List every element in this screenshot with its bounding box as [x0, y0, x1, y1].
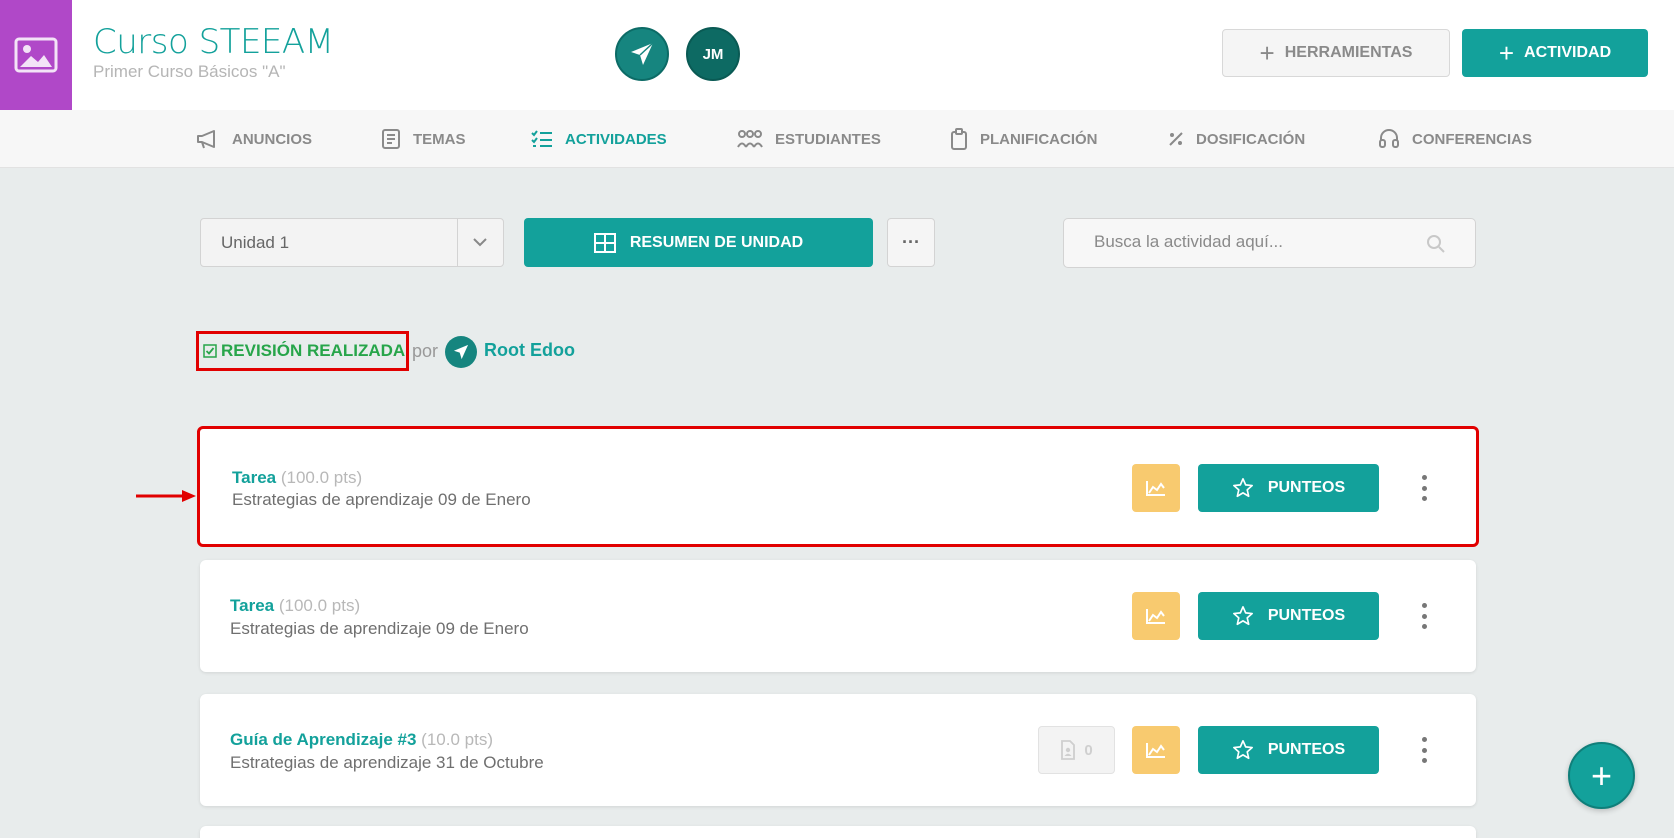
checkbox-checked-icon: [203, 344, 217, 358]
grid-icon: [593, 232, 616, 253]
tab-label: DOSIFICACIÓN: [1196, 130, 1306, 148]
plus-icon: +: [1498, 38, 1515, 68]
tab-anuncios[interactable]: ANUNCIOS: [196, 110, 312, 168]
unit-select-value: Unidad 1: [221, 233, 290, 252]
students-icon: [737, 130, 763, 148]
tab-label: CONFERENCIAS: [1412, 130, 1533, 148]
stats-button[interactable]: [1132, 726, 1180, 774]
course-subtitle: Primer Curso Básicos "A": [93, 62, 286, 81]
activity-title[interactable]: Tarea: [232, 468, 276, 487]
tab-temas[interactable]: TEMAS: [381, 110, 466, 168]
activity-description: Estrategias de aprendizaje 31 de Octubre: [230, 753, 544, 772]
course-image[interactable]: [0, 0, 72, 110]
revision-status: REVISIÓN REALIZADA: [196, 331, 409, 371]
course-title: Curso STEEAM: [93, 22, 334, 62]
stats-button[interactable]: [1132, 464, 1180, 512]
activity-card[interactable]: [200, 826, 1476, 838]
app-avatar[interactable]: [615, 27, 669, 81]
tab-planificacion[interactable]: PLANIFICACIÓN: [950, 110, 1098, 168]
punteos-label: PUNTEOS: [1267, 741, 1346, 758]
submissions-count: 0: [1084, 741, 1093, 759]
activity-points: (100.0 pts): [280, 468, 363, 487]
tab-dosificacion[interactable]: DOSIFICACIÓN: [1168, 110, 1305, 168]
book-icon: [382, 129, 400, 149]
activity-card[interactable]: Guía de Aprendizaje #3 (10.0 pts) Estrat…: [200, 694, 1476, 806]
add-activity-button[interactable]: + ACTIVIDAD: [1462, 29, 1648, 77]
activity-title-line: Tarea (100.0 pts): [230, 596, 360, 616]
add-activity-label: ACTIVIDAD: [1524, 44, 1612, 61]
tab-label: TEMAS: [413, 130, 466, 148]
kebab-menu-icon[interactable]: [1416, 600, 1432, 632]
user-avatar[interactable]: JM: [686, 27, 740, 81]
activity-title[interactable]: Guía de Aprendizaje #3: [230, 730, 416, 749]
reviewer-avatar: [445, 336, 477, 368]
clipboard-icon: [951, 128, 967, 150]
annotation-arrow-icon: [136, 490, 196, 502]
headset-icon: [1379, 129, 1399, 148]
activity-points: (10.0 pts): [421, 730, 493, 749]
area-chart-icon: [1146, 609, 1165, 624]
revision-by-text: por: [412, 341, 439, 361]
punteos-button[interactable]: PUNTEOS: [1198, 464, 1379, 512]
tab-actividades[interactable]: ACTIVIDADES: [531, 110, 667, 168]
unit-select[interactable]: Unidad 1: [200, 218, 504, 267]
plus-icon: +: [1259, 38, 1275, 68]
punteos-button[interactable]: PUNTEOS: [1198, 726, 1379, 774]
select-divider: [457, 219, 458, 266]
tab-label: ESTUDIANTES: [775, 130, 881, 148]
search-icon[interactable]: [1426, 234, 1446, 254]
tab-label: PLANIFICACIÓN: [980, 130, 1098, 148]
chevron-down-icon: [473, 238, 487, 247]
star-icon: [1232, 606, 1253, 626]
checklist-icon: [531, 130, 552, 147]
punteos-label: PUNTEOS: [1267, 479, 1346, 496]
search-box: [1063, 218, 1476, 268]
percent-icon: [1169, 132, 1183, 146]
paper-plane-icon: [453, 344, 469, 360]
tools-button[interactable]: + HERRAMIENTAS: [1222, 29, 1450, 77]
star-icon: [1232, 478, 1253, 498]
area-chart-icon: [1146, 481, 1165, 496]
megaphone-icon: [197, 130, 215, 149]
tab-conferencias[interactable]: CONFERENCIAS: [1378, 110, 1532, 168]
top-header: Curso STEEAM Primer Curso Básicos "A" JM…: [0, 0, 1674, 110]
submissions-button[interactable]: 0: [1038, 726, 1115, 774]
area-chart-icon: [1146, 743, 1165, 758]
tab-estudiantes[interactable]: ESTUDIANTES: [737, 110, 881, 168]
revision-label: REVISIÓN REALIZADA: [221, 341, 406, 360]
kebab-menu-icon[interactable]: [1416, 472, 1432, 504]
punteos-label: PUNTEOS: [1267, 607, 1346, 624]
unit-summary-label: RESUMEN DE UNIDAD: [629, 233, 804, 251]
paper-plane-icon: [631, 42, 654, 65]
document-user-icon: [1061, 740, 1076, 760]
add-fab-button[interactable]: +: [1568, 742, 1635, 809]
tab-label: ANUNCIOS: [232, 130, 313, 148]
activity-card[interactable]: Tarea (100.0 pts) Estrategias de aprendi…: [197, 426, 1479, 547]
punteos-button[interactable]: PUNTEOS: [1198, 592, 1379, 640]
activity-description: Estrategias de aprendizaje 09 de Enero: [232, 490, 531, 509]
search-input[interactable]: [1094, 232, 1414, 252]
star-icon: [1232, 740, 1253, 760]
course-nav: ANUNCIOS TEMAS ACTIVIDADES ESTUDIANTES P…: [0, 110, 1674, 168]
kebab-menu-icon[interactable]: [1416, 734, 1432, 766]
activity-points: (100.0 pts): [278, 596, 361, 615]
tab-label: ACTIVIDADES: [565, 130, 667, 148]
unit-summary-button[interactable]: RESUMEN DE UNIDAD: [524, 218, 873, 267]
tools-button-label: HERRAMIENTAS: [1284, 44, 1413, 61]
activity-title[interactable]: Tarea: [230, 596, 274, 615]
activity-title-line: Guía de Aprendizaje #3 (10.0 pts): [230, 730, 493, 750]
image-icon: [14, 37, 58, 73]
activity-card[interactable]: Tarea (100.0 pts) Estrategias de aprendi…: [200, 560, 1476, 672]
more-options-button[interactable]: ···: [887, 218, 935, 267]
activity-title-line: Tarea (100.0 pts): [232, 468, 362, 488]
reviewer-name[interactable]: Root Edoo: [484, 340, 575, 361]
activity-description: Estrategias de aprendizaje 09 de Enero: [230, 619, 529, 638]
stats-button[interactable]: [1132, 592, 1180, 640]
